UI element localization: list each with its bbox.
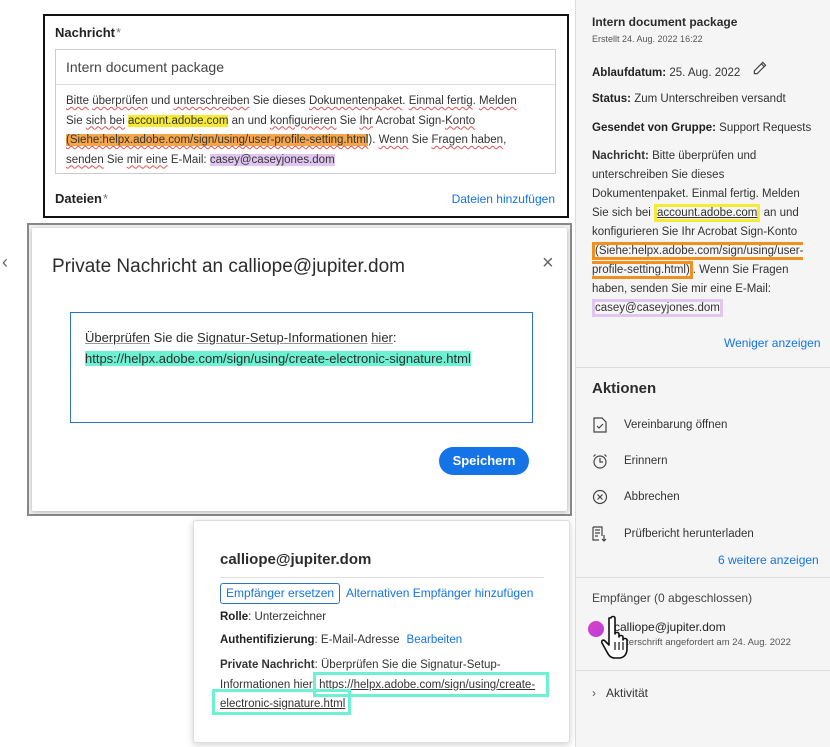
- cancel-circle-icon: [592, 489, 608, 505]
- activity-toggle[interactable]: › Aktivität: [592, 686, 648, 700]
- message-line-2: Sie sich bei account.adobe.com an und ko…: [66, 114, 476, 127]
- show-less-link[interactable]: Weniger anzeigen: [724, 336, 821, 350]
- email-highlight: casey@caseyjones.dom: [592, 299, 723, 317]
- action-cancel[interactable]: Abbrechen: [592, 489, 680, 505]
- edit-authentication-link[interactable]: Bearbeiten: [407, 634, 463, 646]
- pencil-icon[interactable]: [752, 61, 767, 79]
- private-message-modal: Private Nachricht an calliope@jupiter.do…: [32, 228, 567, 511]
- chevron-left-icon: ‹: [2, 252, 8, 272]
- message-card: Nachricht* Intern document package Bitte…: [43, 14, 569, 218]
- actions-heading: Aktionen: [592, 380, 657, 397]
- recipient-popover: calliope@jupiter.dom Empfänger ersetzen …: [193, 520, 570, 743]
- private-message-line-2: https://helpx.adobe.com/sign/using/creat…: [85, 348, 518, 369]
- status-row: Status: Zum Unterschreiben versandt: [592, 93, 786, 105]
- subject-input[interactable]: Intern document package: [56, 50, 555, 85]
- popover-recipient-email: calliope@jupiter.dom: [220, 551, 372, 568]
- created-date: Erstellt 24. Aug. 2022 16:22: [592, 34, 703, 44]
- authentication-row: Authentifizierung: E-Mail-Adresse Bearbei…: [220, 634, 463, 646]
- divider: [220, 577, 544, 578]
- chevron-right-icon: ›: [592, 686, 596, 700]
- url-highlight-box: [212, 689, 351, 715]
- recipients-heading: Empfänger (0 abgeschlossen): [592, 591, 753, 605]
- group-row: Gesendet von Gruppe: Support Requests: [592, 122, 812, 134]
- sidebar-message: Nachricht: Bitte überprüfen und untersch…: [592, 147, 817, 318]
- profile-setting-link: (Siehe:helpx.adobe.com/sign/using/user-p…: [66, 134, 369, 146]
- divider: [576, 577, 830, 578]
- close-icon[interactable]: ×: [542, 252, 554, 275]
- role-row: Rolle: Unterzeichner: [220, 611, 327, 623]
- private-message-textarea[interactable]: Überprüfen Sie die Signatur-Setup-Inform…: [70, 312, 533, 423]
- action-download-report[interactable]: Prüfbericht herunterladen: [592, 526, 754, 542]
- account-link[interactable]: account.adobe.com: [654, 204, 761, 222]
- divider: [576, 670, 830, 671]
- hand-pointer-cursor-icon: [600, 614, 635, 664]
- message-field[interactable]: Intern document package Bitte überprüfen…: [55, 49, 556, 174]
- account-link: account.adobe.com: [128, 114, 229, 127]
- message-line-4: senden Sie mir eine E-Mail: casey@caseyj…: [66, 153, 335, 166]
- action-remind[interactable]: Erinnern: [592, 453, 667, 469]
- message-textarea[interactable]: Bitte überprüfen und unterschreiben Sie …: [66, 92, 546, 170]
- document-check-icon: [592, 417, 608, 433]
- message-line-1: Bitte überprüfen und unterschreiben Sie …: [66, 95, 517, 107]
- email-highlight: casey@caseyjones.dom: [209, 153, 335, 166]
- selected-url: https://helpx.adobe.com/sign/using/creat…: [85, 351, 471, 366]
- private-message-modal-frame: Private Nachricht an calliope@jupiter.do…: [27, 223, 572, 516]
- save-button[interactable]: Speichern: [439, 447, 529, 475]
- show-more-link[interactable]: 6 weitere anzeigen: [718, 553, 819, 567]
- recipient-status: Unterschrift angefordert am 24. Aug. 202…: [614, 637, 791, 648]
- add-files-link[interactable]: Dateien hinzufügen: [452, 192, 555, 206]
- modal-title: Private Nachricht an calliope@jupiter.do…: [52, 256, 406, 277]
- files-label: Dateien*: [55, 191, 109, 206]
- agreement-sidebar: Intern document package Erstellt 24. Aug…: [575, 0, 830, 747]
- private-message-line-1: Überprüfen Sie die Signatur-Setup-Inform…: [85, 330, 397, 345]
- alarm-clock-icon: [592, 453, 608, 469]
- divider: [576, 367, 830, 368]
- action-open-agreement[interactable]: Vereinbarung öffnen: [592, 417, 727, 433]
- report-download-icon: [592, 526, 608, 542]
- message-label: Nachricht*: [55, 25, 122, 40]
- agreement-title: Intern document package: [592, 15, 738, 29]
- replace-recipient-button[interactable]: Empfänger ersetzen: [220, 583, 341, 604]
- expiry-row: Ablaufdatum: 25. Aug. 2022: [592, 61, 767, 79]
- message-line-3: (Siehe:helpx.adobe.com/sign/using/user-p…: [66, 134, 507, 146]
- add-alternate-recipient-link[interactable]: Alternativen Empfänger hinzufügen: [346, 586, 533, 600]
